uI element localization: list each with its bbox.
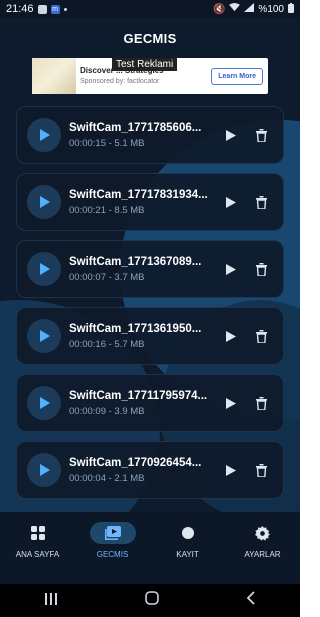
play-button[interactable]: [219, 257, 243, 281]
recording-meta: SwiftCam_17717831934... 00:00:21 - 8.5 M…: [69, 189, 213, 216]
gallery-notification-icon: [37, 4, 47, 14]
bottom-navigation: ANA SAYFA GECMIS KAYIT AYARLAR: [0, 512, 300, 584]
play-icon: [226, 464, 236, 476]
play-icon: [226, 397, 236, 409]
recording-name: SwiftCam_1771785606...: [69, 121, 202, 134]
play-icon: [40, 397, 50, 409]
signal-icon: [244, 3, 255, 15]
recording-name: SwiftCam_17711795974...: [69, 389, 208, 402]
recording-meta: SwiftCam_17711795974... 00:00:09 - 3.9 M…: [69, 390, 213, 417]
home-button[interactable]: [145, 591, 159, 610]
page-title: GECMIS: [123, 30, 177, 46]
play-icon: [40, 263, 50, 275]
nav-item-home[interactable]: ANA SAYFA: [3, 522, 73, 559]
recording-item[interactable]: SwiftCam_17711795974... 00:00:09 - 3.9 M…: [16, 374, 284, 432]
delete-button[interactable]: [249, 391, 273, 415]
status-time: 21:46: [6, 3, 34, 15]
ad-banner[interactable]: Discover ... Strategies Sponsored by: fa…: [32, 58, 268, 94]
ad-sponsor: Sponsored by: factlocator: [80, 77, 160, 85]
trash-icon: [255, 463, 267, 477]
delete-button[interactable]: [249, 190, 273, 214]
nav-item-history[interactable]: GECMIS: [78, 522, 148, 559]
status-bar: 21:46 m 🔇 %100: [0, 0, 300, 18]
delete-button[interactable]: [249, 458, 273, 482]
recording-item[interactable]: SwiftCam_17717831934... 00:00:21 - 8.5 M…: [16, 173, 284, 231]
play-circle-button[interactable]: [27, 453, 61, 487]
recording-meta: SwiftCam_1771785606... 00:00:15 - 5.1 MB: [69, 122, 213, 149]
recording-name: SwiftCam_1770926454...: [69, 456, 202, 469]
play-icon: [40, 330, 50, 342]
recording-name: SwiftCam_1771361950...: [69, 322, 202, 335]
more-notifications-icon: [63, 7, 67, 11]
trash-icon: [255, 128, 267, 142]
video-list-icon: [89, 522, 136, 544]
recording-item[interactable]: SwiftCam_1770926454... 00:00:04 - 2.1 MB: [16, 441, 284, 499]
nav-label: ANA SAYFA: [15, 550, 60, 559]
app-screen: 21:46 m 🔇 %100 GECMIS Discover ... Strat…: [0, 0, 300, 617]
play-icon: [226, 330, 236, 342]
battery-text: %100: [258, 3, 284, 15]
play-circle-button[interactable]: [27, 252, 61, 286]
recording-name: SwiftCam_17717831934...: [69, 188, 208, 201]
delete-button[interactable]: [249, 123, 273, 147]
system-navigation-bar: [0, 584, 300, 617]
recording-name: SwiftCam_1771367089...: [69, 255, 202, 268]
play-circle-button[interactable]: [27, 319, 61, 353]
mute-icon: 🔇: [212, 3, 226, 15]
trash-icon: [255, 329, 267, 343]
play-button[interactable]: [219, 123, 243, 147]
ad-learn-more-button[interactable]: Learn More: [211, 67, 263, 85]
play-button[interactable]: [219, 324, 243, 348]
recording-info: 00:00:04 - 2.1 MB: [69, 472, 145, 484]
recording-item[interactable]: SwiftCam_1771785606... 00:00:15 - 5.1 MB: [16, 106, 284, 164]
nav-label: GECMIS: [96, 550, 129, 559]
play-icon: [226, 263, 236, 275]
back-button[interactable]: [246, 591, 256, 610]
recording-info: 00:00:16 - 5.7 MB: [69, 338, 145, 350]
recordings-list: SwiftCam_1771785606... 00:00:15 - 5.1 MB…: [16, 106, 284, 508]
play-icon: [226, 129, 236, 141]
recording-item[interactable]: SwiftCam_1771367089... 00:00:07 - 3.7 MB: [16, 240, 284, 298]
trash-icon: [255, 396, 267, 410]
delete-button[interactable]: [249, 324, 273, 348]
play-button[interactable]: [219, 190, 243, 214]
nav-item-settings[interactable]: AYARLAR: [228, 522, 298, 559]
battery-icon: [288, 2, 294, 16]
recording-info: 00:00:07 - 3.7 MB: [69, 271, 145, 283]
gear-icon: [240, 522, 286, 544]
record-icon: [165, 522, 211, 544]
wifi-icon: [229, 3, 241, 15]
play-circle-button[interactable]: [27, 185, 61, 219]
recording-item[interactable]: SwiftCam_1771361950... 00:00:16 - 5.7 MB: [16, 307, 284, 365]
play-icon: [40, 129, 50, 141]
play-button[interactable]: [219, 458, 243, 482]
nav-label: AYARLAR: [244, 550, 281, 559]
recording-info: 00:00:15 - 5.1 MB: [69, 137, 145, 149]
delete-button[interactable]: [249, 257, 273, 281]
play-icon: [40, 196, 50, 208]
recent-apps-button[interactable]: [44, 592, 58, 610]
trash-icon: [255, 195, 267, 209]
play-circle-button[interactable]: [27, 118, 61, 152]
recording-info: 00:00:09 - 3.9 MB: [69, 405, 145, 417]
recording-meta: SwiftCam_1770926454... 00:00:04 - 2.1 MB: [69, 457, 213, 484]
recording-info: 00:00:21 - 8.5 MB: [69, 204, 145, 216]
play-button[interactable]: [219, 391, 243, 415]
nav-item-record[interactable]: KAYIT: [153, 522, 223, 559]
play-icon: [40, 464, 50, 476]
recording-meta: SwiftCam_1771361950... 00:00:16 - 5.7 MB: [69, 323, 213, 350]
ad-image: [32, 58, 76, 94]
trash-icon: [255, 262, 267, 276]
messenger-notification-icon: m: [50, 4, 60, 14]
grid-icon: [15, 522, 61, 544]
play-circle-button[interactable]: [27, 386, 61, 420]
nav-label: KAYIT: [176, 550, 199, 559]
recording-meta: SwiftCam_1771367089... 00:00:07 - 3.7 MB: [69, 256, 213, 283]
ad-test-tag: Test Reklami: [112, 58, 178, 71]
play-icon: [226, 196, 236, 208]
